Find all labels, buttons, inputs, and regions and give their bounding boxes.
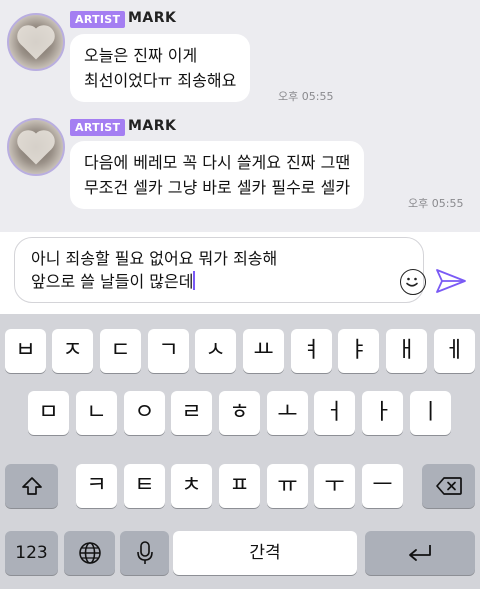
space-key[interactable]: 간격 [173,531,357,575]
numbers-key[interactable]: 123 [5,531,58,575]
key[interactable]: ㅌ [124,464,165,508]
key[interactable]: ㅐ [386,329,427,373]
key[interactable]: ㅇ [124,391,165,435]
text-caret [193,271,196,290]
message-line: 무조건 셀카 그냥 바로 셀카 필수로 셀카 [84,178,351,197]
key[interactable]: ㅏ [362,391,403,435]
key[interactable]: ㅂ [5,329,46,373]
key[interactable]: ㅡ [362,464,403,508]
shift-icon [21,477,42,495]
mic-key[interactable] [120,531,169,575]
avatar[interactable] [7,13,65,71]
message-input-text[interactable]: 아니 죄송할 필요 없어요 뭐가 죄송해 앞으로 쓸 날들이 많은데 [31,247,277,293]
message-bubble[interactable]: 오늘은 진짜 이게 최선이었다ㅠ 죄송해요 [70,34,251,102]
key[interactable]: ㅈ [52,329,93,373]
message-bubble[interactable]: 다음에 베레모 꼭 다시 쓸게요 진짜 그땐 무조건 셀카 그냥 바로 셀카 필… [70,141,365,209]
key[interactable]: ㄴ [76,391,117,435]
key[interactable]: ㅣ [410,391,451,435]
microphone-icon [136,541,153,564]
key[interactable]: ㄱ [148,329,189,373]
message-line: 다음에 베레모 꼭 다시 쓸게요 진짜 그땐 [84,153,351,172]
avatar[interactable] [7,118,65,176]
sender-name: MARK [128,118,177,134]
emoji-icon[interactable] [400,269,426,295]
key[interactable]: ㅓ [314,391,355,435]
backspace-key[interactable] [422,464,475,508]
return-icon [409,545,431,561]
chat-thread: ARTIST MARK 오늘은 진짜 이게 최선이었다ㅠ 죄송해요 오후 05:… [0,0,480,232]
key[interactable]: ㅛ [243,329,284,373]
key[interactable]: ㅅ [195,329,236,373]
return-key[interactable] [365,531,475,575]
message-line: 오늘은 진짜 이게 [84,46,198,65]
key[interactable]: ㅔ [434,329,475,373]
key[interactable]: ㅑ [338,329,379,373]
input-line: 아니 죄송할 필요 없어요 뭐가 죄송해 [31,249,278,268]
shift-key[interactable] [5,464,58,508]
key[interactable]: ㅍ [219,464,260,508]
key[interactable]: ㄹ [171,391,212,435]
artist-badge: ARTIST [70,11,126,28]
send-icon[interactable] [434,267,468,295]
key[interactable]: ㅊ [171,464,212,508]
message-time: 오후 05:55 [408,197,464,210]
globe-icon [78,542,101,564]
message-composer: 아니 죄송할 필요 없어요 뭐가 죄송해 앞으로 쓸 날들이 많은데 [0,232,480,314]
keyboard: ㅂ ㅈ ㄷ ㄱ ㅅ ㅛ ㅕ ㅑ ㅐ ㅔ ㅁ ㄴ ㅇ ㄹ ㅎ ㅗ ㅓ ㅏ ㅣ ㅋ … [0,314,480,589]
key[interactable]: ㅕ [291,329,332,373]
key[interactable]: ㅎ [219,391,260,435]
sender-name: MARK [128,10,177,26]
artist-badge: ARTIST [70,119,126,136]
message-time: 오후 05:55 [278,90,334,103]
key[interactable]: ㄷ [100,329,141,373]
backspace-icon [435,477,462,495]
input-line: 앞으로 쓸 날들이 많은데 [31,272,194,291]
globe-key[interactable] [64,531,115,575]
key[interactable]: ㅠ [267,464,308,508]
message-input[interactable]: 아니 죄송할 필요 없어요 뭐가 죄송해 앞으로 쓸 날들이 많은데 [14,237,426,303]
message-line: 최선이었다ㅠ 죄송해요 [84,71,237,90]
key[interactable]: ㅗ [267,391,308,435]
key[interactable]: ㅋ [76,464,117,508]
key[interactable]: ㅁ [28,391,69,435]
key[interactable]: ㅜ [314,464,355,508]
